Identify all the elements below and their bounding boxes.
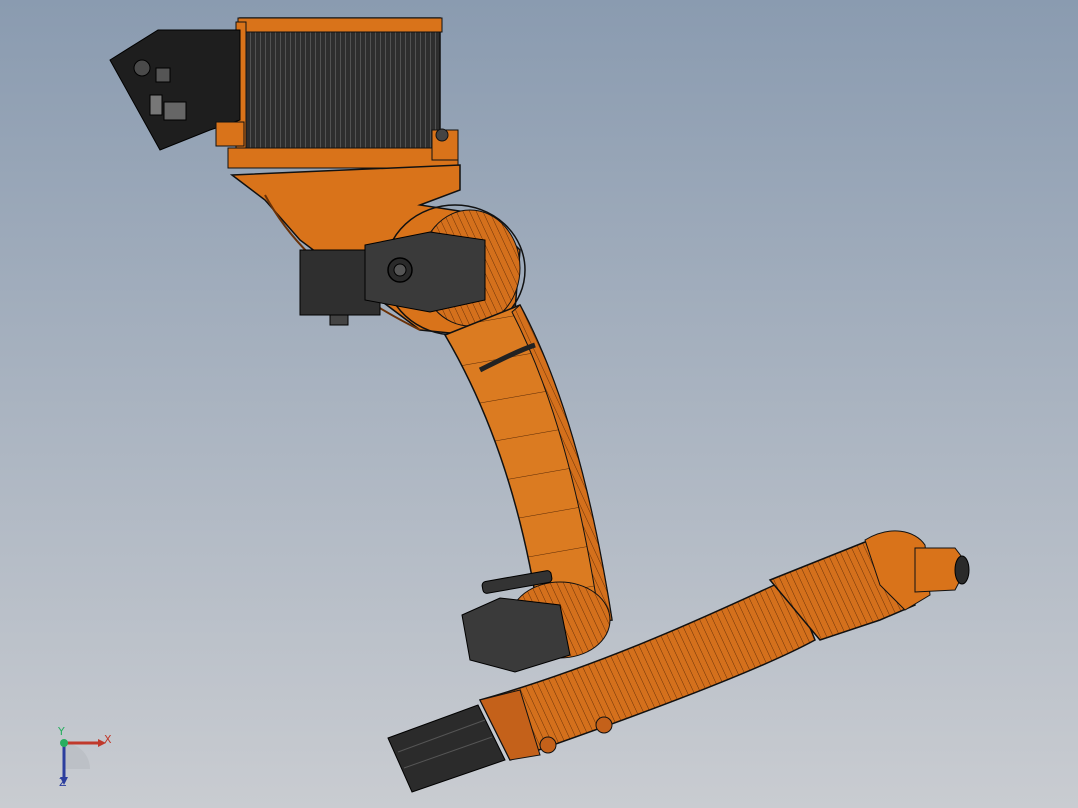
connector-box bbox=[109, 29, 245, 151]
y-axis-label: Y bbox=[58, 725, 65, 738]
x-axis-label: X bbox=[104, 733, 112, 746]
base-motor bbox=[227, 17, 459, 169]
orientation-triad: X Y Z bbox=[40, 725, 130, 800]
z-axis-label: Z bbox=[59, 776, 67, 789]
forearm-motor bbox=[387, 704, 506, 793]
robot-arm-model[interactable] bbox=[0, 0, 1078, 808]
axis-triad-icon bbox=[60, 739, 106, 785]
graphics-viewport[interactable]: X Y Z bbox=[0, 0, 1078, 808]
